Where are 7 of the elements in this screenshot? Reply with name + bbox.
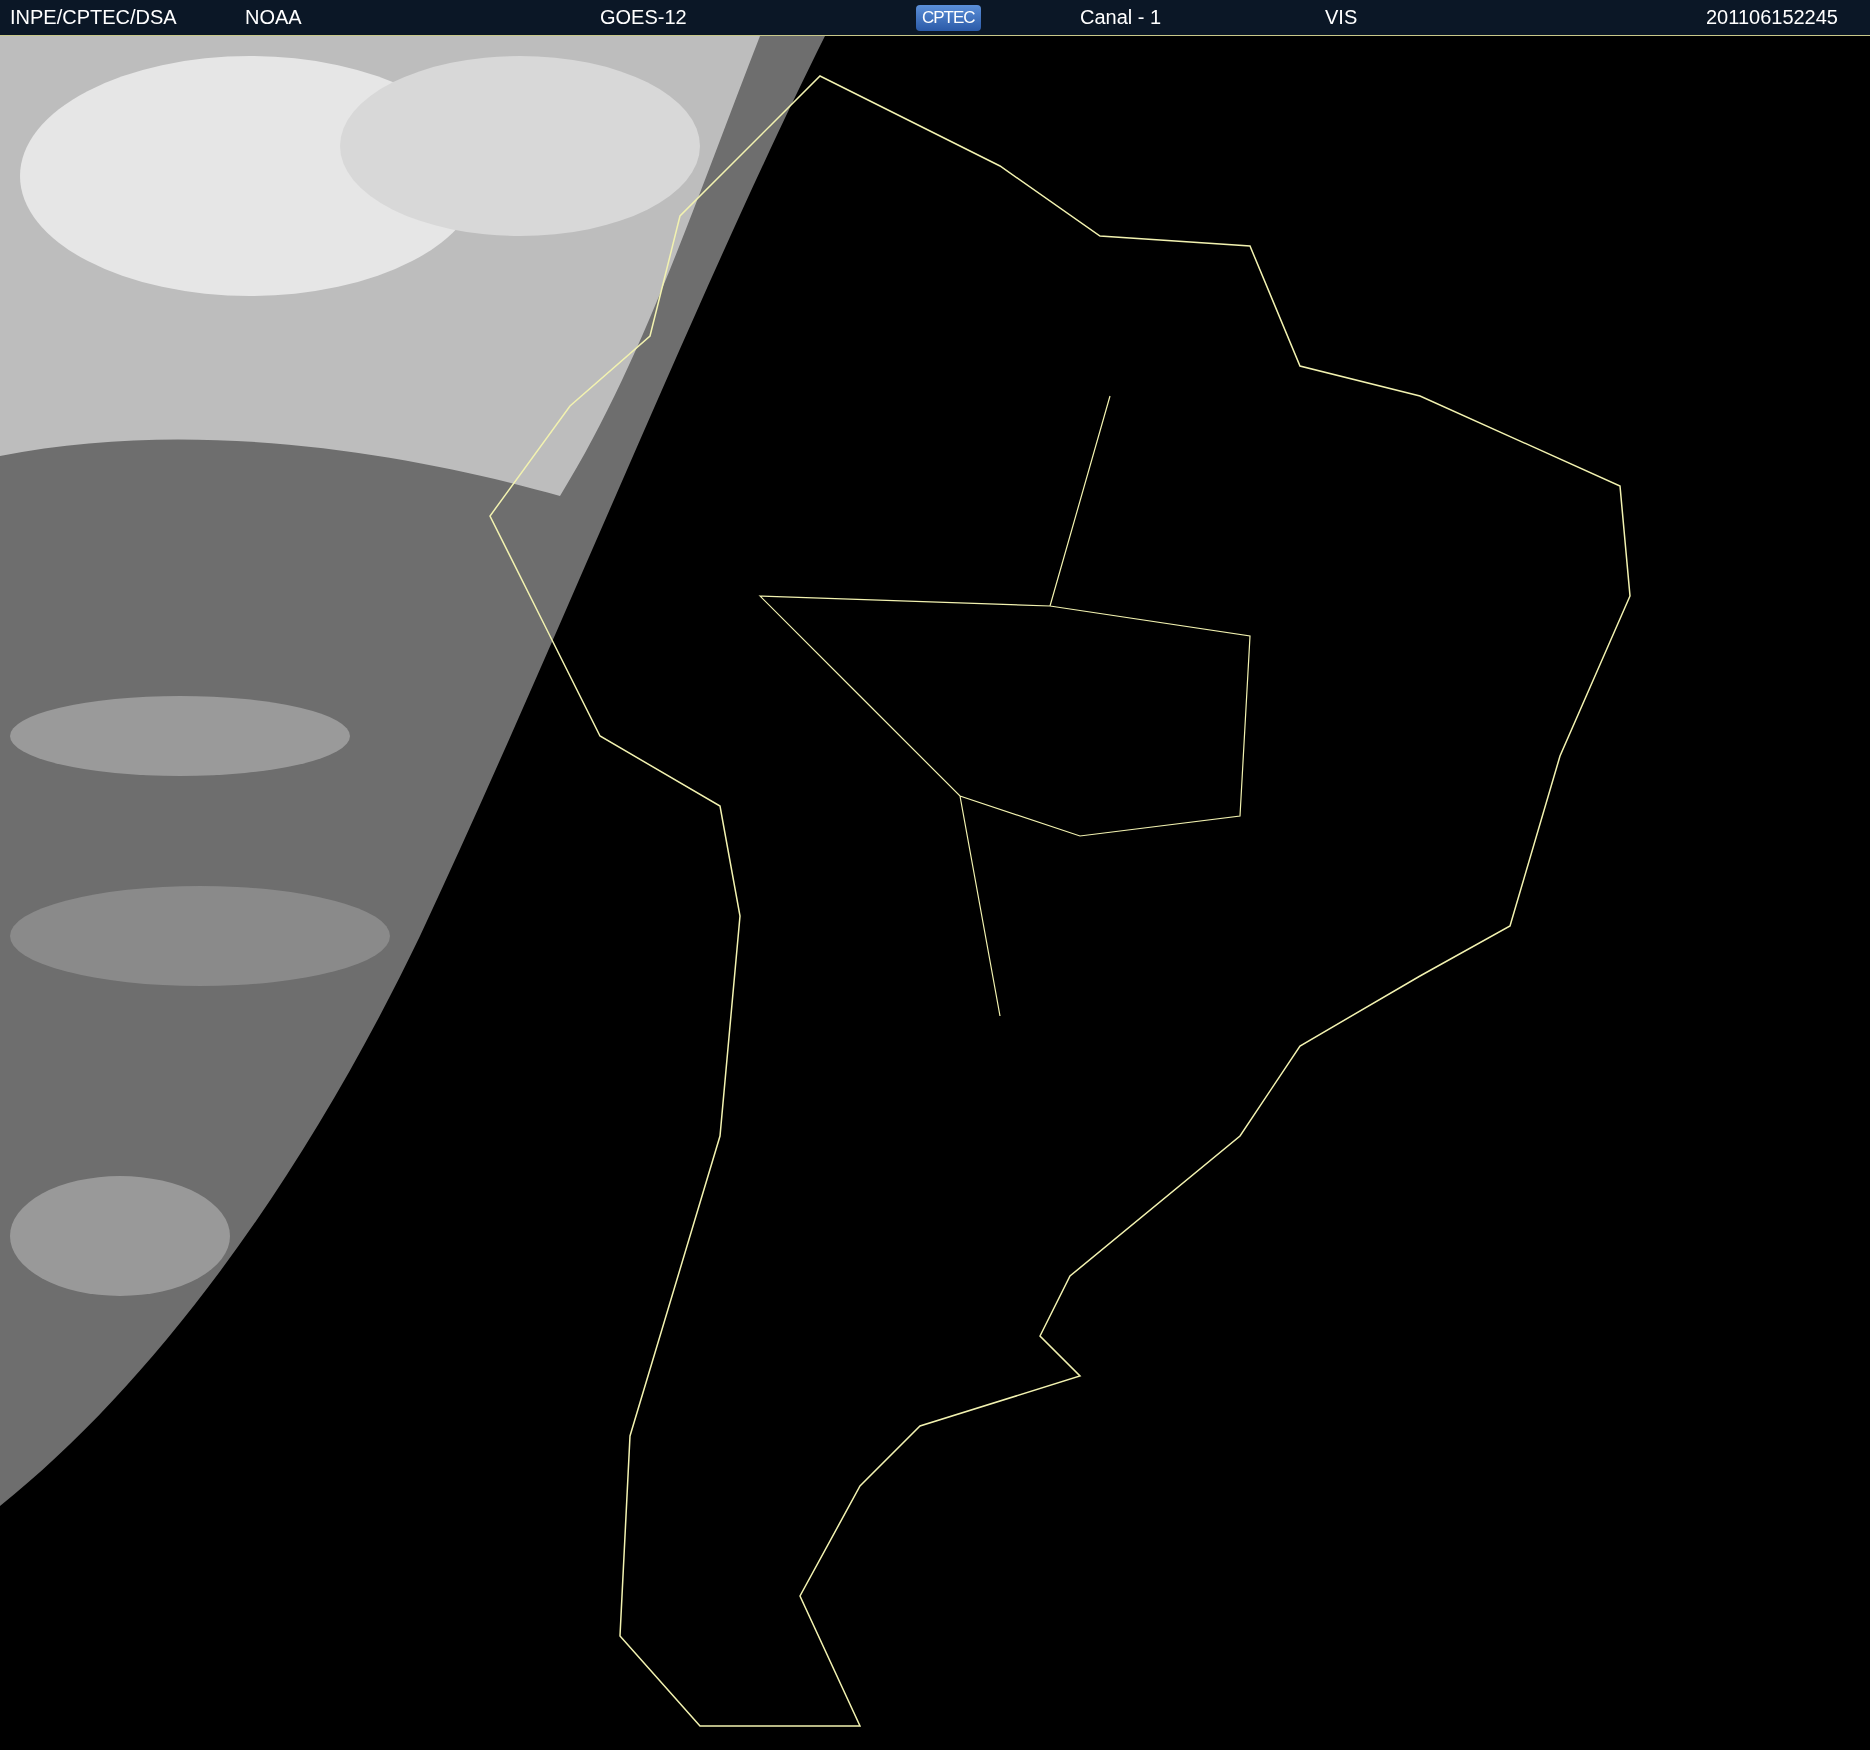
header-label: INPE/CPTEC/DSA	[10, 6, 177, 29]
header-label: 201106152245	[1706, 6, 1838, 29]
header-label: VIS	[1325, 6, 1358, 29]
header-label: GOES-12	[600, 6, 687, 29]
header-label: NOAA	[245, 6, 302, 29]
logo: CPTEC	[916, 4, 981, 31]
header-label: Canal - 1	[1080, 6, 1162, 29]
